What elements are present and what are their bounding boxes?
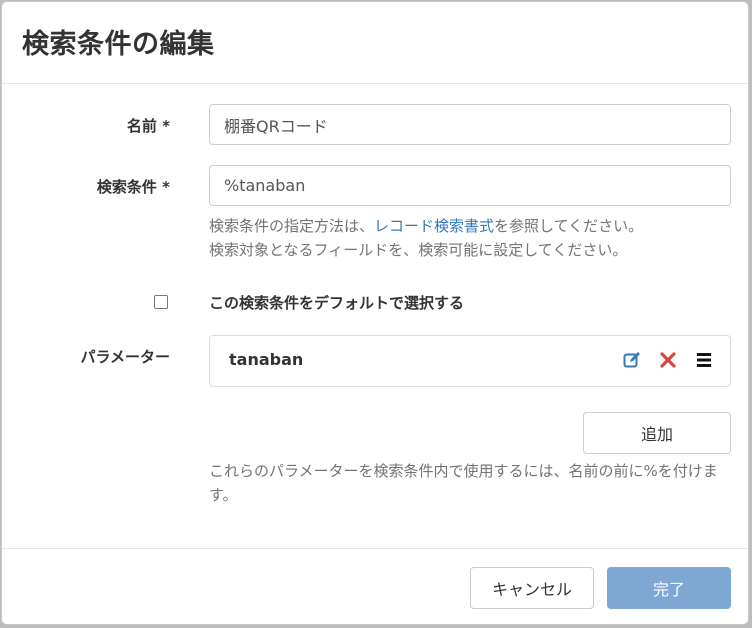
delete-icon[interactable]	[658, 350, 678, 370]
name-label: 名前 *	[126, 117, 170, 135]
record-search-syntax-link[interactable]: レコード検索書式	[374, 217, 494, 235]
query-help: 検索条件の指定方法は、レコード検索書式を参照してください。 検索対象となるフィー…	[209, 214, 729, 262]
edit-search-condition-dialog: 検索条件の編集 名前 * 検索条件 * 検索条件の指定方法は、レコード検索書式を…	[1, 1, 749, 625]
query-help-line1: 検索条件の指定方法は、レコード検索書式を参照してください。	[209, 214, 729, 238]
dialog-header: 検索条件の編集	[2, 2, 748, 84]
cancel-button[interactable]: キャンセル	[470, 567, 594, 609]
parameters-label: パラメーター	[80, 348, 170, 366]
default-checkbox-label[interactable]: この検索条件をデフォルトで選択する	[209, 292, 464, 313]
name-input[interactable]	[209, 104, 731, 145]
default-checkbox[interactable]	[154, 295, 168, 309]
query-label: 検索条件 *	[96, 178, 170, 196]
query-help-line2: 検索対象となるフィールドを、検索可能に設定してください。	[209, 241, 628, 259]
add-parameter-button[interactable]: 追加	[583, 412, 731, 454]
edit-icon[interactable]	[622, 350, 642, 370]
query-help-prefix: 検索条件の指定方法は、	[209, 217, 375, 235]
parameters-help: これらのパラメーターを検索条件内で使用するには、名前の前に%を付けます。	[209, 462, 718, 504]
done-button[interactable]: 完了	[607, 567, 731, 609]
query-input[interactable]	[209, 165, 731, 206]
dialog-footer	[2, 548, 748, 549]
drag-handle-icon[interactable]	[694, 350, 714, 370]
parameter-name: tanaban	[229, 350, 304, 369]
query-help-suffix: を参照してください。	[494, 217, 644, 235]
parameter-list-item: tanaban	[209, 335, 731, 387]
dialog-title: 検索条件の編集	[22, 29, 215, 60]
